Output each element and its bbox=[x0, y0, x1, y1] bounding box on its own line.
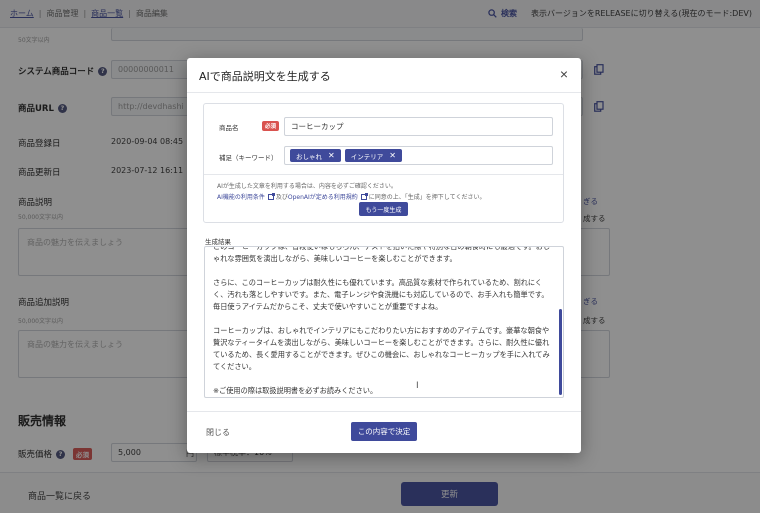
scrollbar-thumb[interactable] bbox=[559, 309, 562, 395]
result-text: このコーヒーカップは、普段使いはもちろん、ゲストを招いた際や特別な日の朝食時にも… bbox=[213, 246, 555, 397]
ai-terms-link[interactable]: AI機能の利用条件 bbox=[217, 194, 265, 201]
openai-terms-link[interactable]: OpenAIが定める利用規約 bbox=[288, 194, 358, 201]
external-link-icon bbox=[360, 193, 368, 200]
regenerate-button[interactable]: もう一度生成 bbox=[359, 202, 408, 216]
modal-divider bbox=[187, 92, 581, 93]
result-textarea[interactable]: このコーヒーカップは、普段使いはもちろん、ゲストを招いた際や特別な日の朝食時にも… bbox=[204, 246, 564, 398]
modal-title: AIで商品説明文を生成する bbox=[199, 70, 331, 83]
product-name-input[interactable]: コーヒーカップ bbox=[284, 117, 553, 136]
terms-notice-end: に同意の上、「生成」を押下してください。 bbox=[368, 194, 486, 201]
result-paragraph: さらに、このコーヒーカップは耐久性にも優れています。高品質な素材で作られているた… bbox=[213, 278, 549, 311]
text-cursor-icon: I bbox=[416, 381, 419, 391]
keyword-tag: おしゃれ ✕ bbox=[290, 149, 341, 162]
close-button[interactable]: 閉じる bbox=[206, 427, 230, 438]
keywords-input[interactable]: おしゃれ ✕ インテリア ✕ bbox=[284, 146, 553, 165]
result-label: 生成結果 bbox=[205, 238, 231, 246]
confirm-button[interactable]: この内容で決定 bbox=[351, 422, 417, 441]
usage-notice: AIが生成した文章を利用する場合は、内容を必ずご確認ください。 bbox=[217, 183, 397, 190]
modal-footer-divider bbox=[187, 411, 581, 412]
card-divider bbox=[204, 174, 563, 175]
result-paragraph: このコーヒーカップは、普段使いはもちろん、ゲストを招いた際や特別な日の朝食時にも… bbox=[213, 246, 551, 263]
required-badge: 必須 bbox=[262, 121, 280, 131]
terms-notice-mid: 及び bbox=[275, 194, 288, 201]
tag-remove-icon[interactable]: ✕ bbox=[389, 151, 396, 160]
tag-remove-icon[interactable]: ✕ bbox=[328, 151, 335, 160]
close-icon[interactable]: × bbox=[557, 67, 571, 81]
keywords-label: 補足（キーワード） bbox=[219, 154, 278, 162]
terms-notice: AI機能の利用条件 及びOpenAIが定める利用規約 に同意の上、「生成」を押下して… bbox=[217, 192, 485, 201]
keyword-tag-label: インテリア bbox=[350, 152, 384, 161]
result-paragraph: ※ご使用の際は取扱説明書を必ずお読みください。 bbox=[213, 386, 378, 395]
ai-generate-modal: AIで商品説明文を生成する × 商品名 必須 コーヒーカップ 補足（キーワード）… bbox=[187, 58, 581, 453]
result-paragraph: コーヒーカップは、おしゃれでインテリアにもこだわりたい方におすすめのアイテムです… bbox=[213, 326, 550, 371]
product-name-label: 商品名 bbox=[219, 124, 239, 132]
keyword-tag: インテリア ✕ bbox=[344, 149, 402, 162]
keyword-tag-label: おしゃれ bbox=[296, 152, 322, 161]
external-link-icon bbox=[267, 193, 275, 200]
